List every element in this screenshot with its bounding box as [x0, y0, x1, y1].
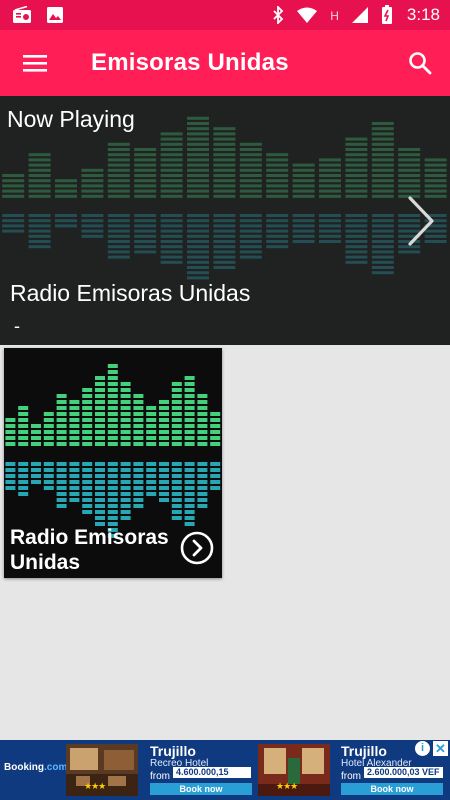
booking-logo: Booking.com — [4, 762, 68, 773]
battery-icon — [381, 5, 393, 25]
search-button[interactable] — [390, 30, 450, 96]
book-now-button[interactable]: Book now — [341, 783, 443, 795]
bluetooth-icon — [272, 6, 284, 24]
app-toolbar: Emisoras Unidas — [0, 30, 450, 96]
rating-stars: ★★★ — [276, 781, 298, 791]
rating-stars: ★★★ — [84, 781, 106, 791]
signal-icon — [351, 6, 369, 24]
station-card-title: Radio Emisoras Unidas — [10, 526, 169, 574]
network-h-icon: H — [330, 9, 339, 23]
hotel-from-label: from — [150, 771, 170, 782]
now-playing-equalizer-art — [0, 96, 450, 345]
now-playing-panel[interactable]: Now Playing Radio Emisoras Unidas - — [0, 96, 450, 345]
hotel-price: 2.600.000,03 VEF — [364, 767, 443, 778]
book-now-button[interactable]: Book now — [150, 783, 252, 795]
chevron-right-icon[interactable] — [404, 194, 438, 248]
play-arrow-icon[interactable] — [180, 531, 214, 565]
search-icon — [409, 52, 432, 75]
ad-banner[interactable]: Booking.com i ✕ ★★★ Trujillo Recreo Hote… — [0, 740, 450, 800]
hotel-city: Trujillo — [341, 743, 387, 759]
menu-button[interactable] — [0, 30, 70, 96]
hotel-from-label: from — [341, 771, 361, 782]
hotel-price: 4.600.000,15 VEF — [173, 767, 251, 788]
station-card[interactable]: Radio Emisoras Unidas — [4, 348, 222, 578]
ad-hotel-1[interactable]: ★★★ Trujillo Recreo Hotel from 4.600.000… — [66, 740, 252, 800]
ad-hotel-2[interactable]: ★★★ Trujillo Hotel Alexander from 2.600.… — [258, 740, 443, 800]
clock: 3:18 — [406, 5, 440, 24]
now-playing-station: Radio Emisoras Unidas — [10, 280, 251, 306]
image-icon — [46, 6, 64, 24]
radio-icon — [12, 6, 32, 24]
now-playing-label: Now Playing — [7, 106, 135, 132]
status-bar: H 3:18 — [0, 0, 450, 30]
wifi-icon — [296, 7, 318, 23]
hotel-city: Trujillo — [150, 743, 196, 759]
menu-icon — [23, 55, 47, 72]
now-playing-subtitle: - — [14, 316, 20, 336]
app-title: Emisoras Unidas — [91, 49, 289, 76]
